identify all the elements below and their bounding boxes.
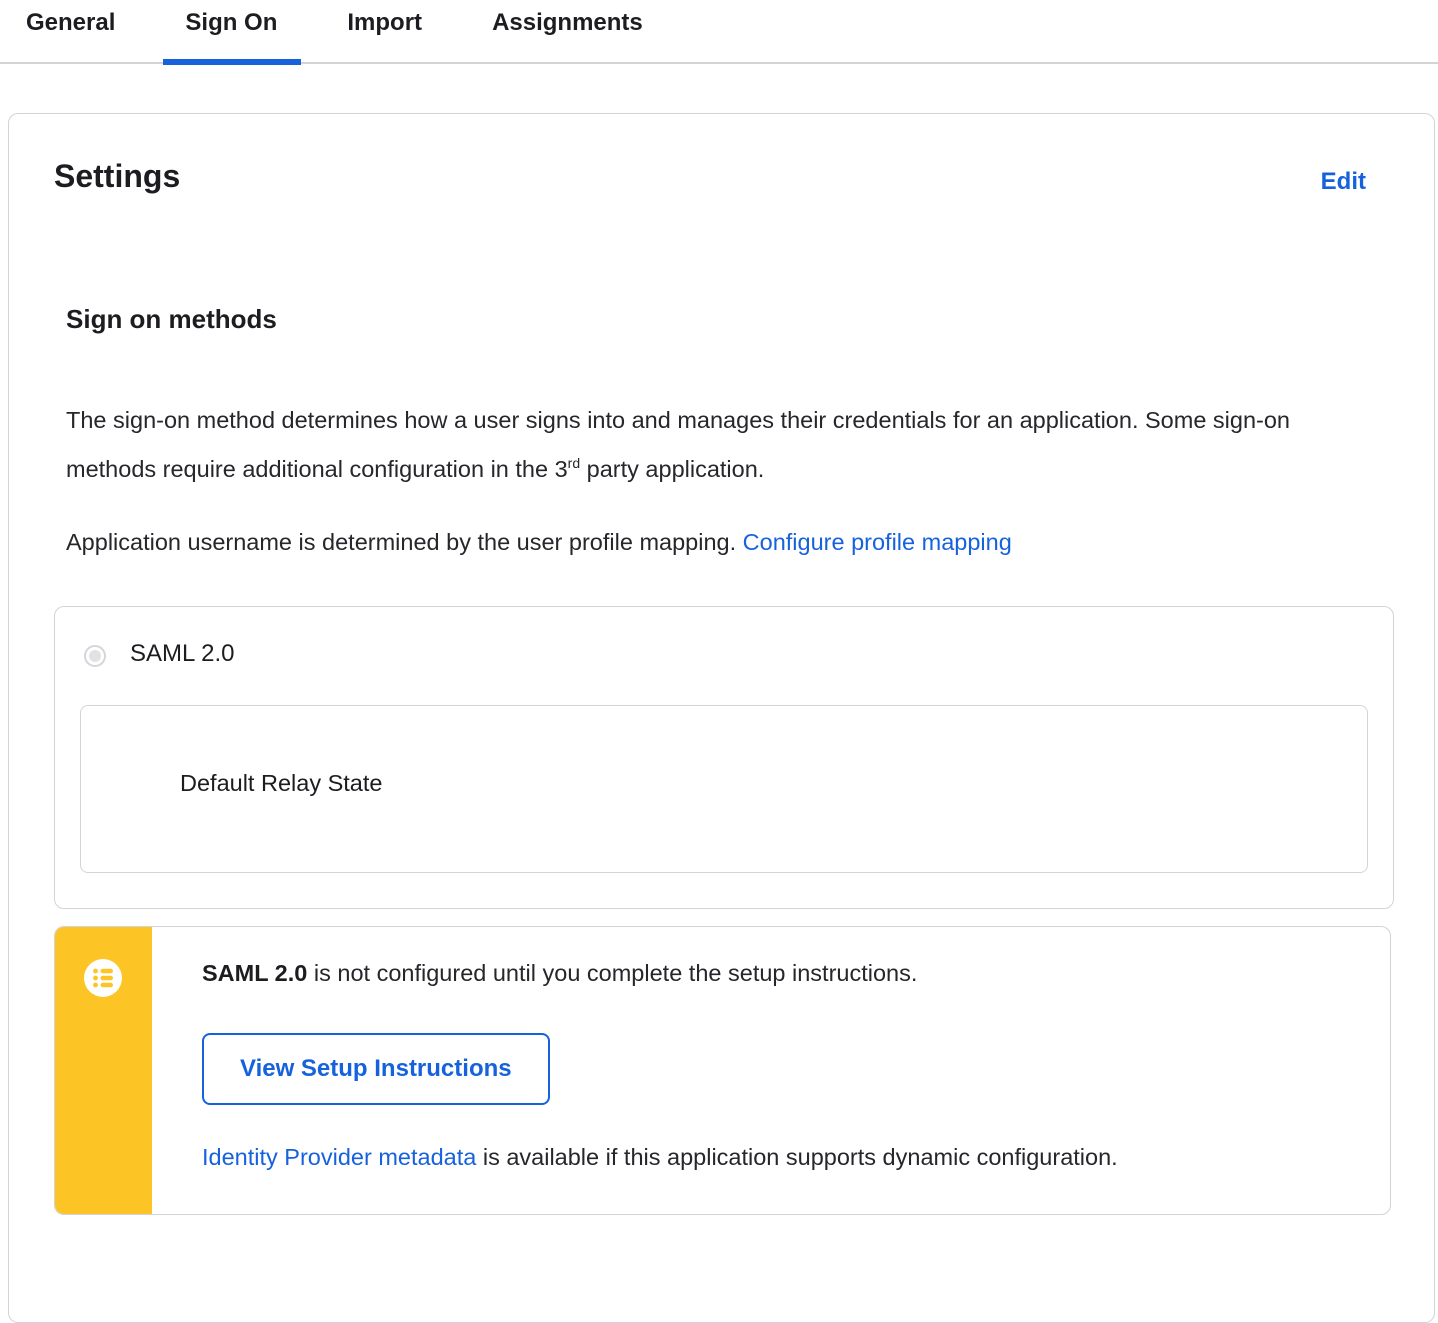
saml-radio-button[interactable] <box>84 645 106 667</box>
saml-radio-label: SAML 2.0 <box>130 640 235 667</box>
page-title: Settings <box>54 158 181 194</box>
sign-on-method-description: The sign-on method determines how a user… <box>66 396 1296 494</box>
description-text-tail: party application. <box>580 456 765 482</box>
warning-message-rest: is not configured until you complete the… <box>307 960 918 986</box>
description-superscript: rd <box>567 455 581 472</box>
username-mapping-description: Application username is determined by th… <box>66 518 1296 567</box>
default-relay-state-label: Default Relay State <box>180 770 383 796</box>
edit-link[interactable]: Edit <box>1321 168 1366 196</box>
settings-card: Settings Edit Sign on methods The sign-o… <box>8 113 1435 1323</box>
saml-setup-warning-banner: SAML 2.0 is not configured until you com… <box>54 926 1391 1215</box>
sign-on-methods-heading: Sign on methods <box>66 304 277 334</box>
username-mapping-text: Application username is determined by th… <box>66 529 743 555</box>
configure-profile-mapping-link[interactable]: Configure profile mapping <box>743 529 1012 555</box>
warning-banner-accent-strip <box>55 927 152 1214</box>
warning-message-bold: SAML 2.0 <box>202 960 308 986</box>
app-tab-bar: General Sign On Import Assignments <box>0 0 1438 65</box>
list-icon <box>84 959 122 997</box>
metadata-note-rest: is available if this application support… <box>476 1144 1118 1170</box>
default-relay-state-box: Default Relay State <box>80 705 1368 873</box>
warning-banner-content: SAML 2.0 is not configured until you com… <box>152 927 1390 1214</box>
tab-import[interactable]: Import <box>347 0 422 64</box>
view-setup-instructions-button[interactable]: View Setup Instructions <box>202 1033 550 1105</box>
saml-method-box: SAML 2.0 Default Relay State <box>54 606 1394 909</box>
metadata-note: Identity Provider metadata is available … <box>202 1144 1350 1171</box>
tab-assignments[interactable]: Assignments <box>492 0 643 64</box>
tab-general[interactable]: General <box>26 0 115 64</box>
identity-provider-metadata-link[interactable]: Identity Provider metadata <box>202 1144 476 1170</box>
warning-message: SAML 2.0 is not configured until you com… <box>202 957 1350 989</box>
tab-sign-on[interactable]: Sign On <box>163 0 302 65</box>
